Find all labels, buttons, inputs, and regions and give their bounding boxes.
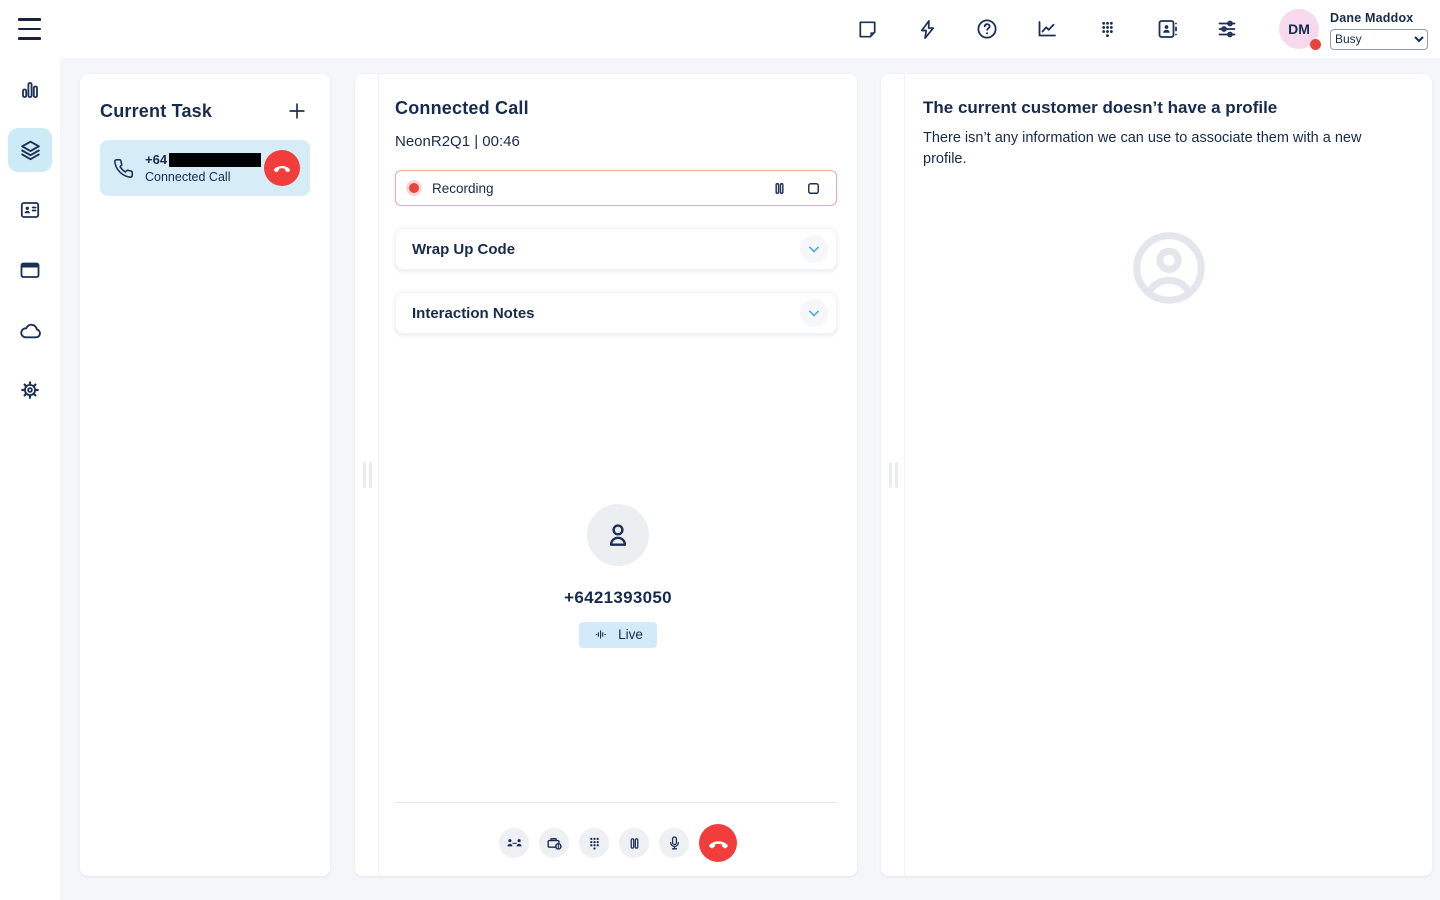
layers-icon	[18, 138, 43, 163]
sidebar-item-contacts[interactable]	[8, 188, 52, 232]
hangup-icon	[707, 832, 730, 855]
notepad-icon	[856, 18, 879, 41]
user-chip: DM Dane Maddox Busy	[1279, 9, 1428, 50]
task-hangup-button[interactable]	[264, 150, 300, 186]
notepad-button[interactable]	[855, 17, 879, 41]
caller-avatar	[587, 504, 649, 566]
user-name: Dane Maddox	[1330, 11, 1428, 25]
mute-button[interactable]	[659, 828, 689, 858]
call-panel-title: Connected Call	[395, 98, 837, 119]
sidebar-item-statistics[interactable]	[8, 68, 52, 112]
active-call-task-card[interactable]: +64 Connected Call	[100, 140, 310, 196]
quick-actions-button[interactable]	[915, 17, 939, 41]
end-call-button[interactable]	[699, 824, 737, 862]
live-badge: Live	[579, 622, 657, 648]
sidebar-item-settings[interactable]	[8, 368, 52, 412]
task-state-label: Connected Call	[145, 170, 264, 184]
sidebar-item-tasks[interactable]	[8, 128, 52, 172]
connected-call-panel: Connected Call NeonR2Q1 | 00:46 Recordin…	[355, 74, 857, 876]
current-task-title: Current Task	[100, 101, 212, 122]
icon-sidebar	[0, 58, 60, 900]
stop-recording-button[interactable]	[804, 179, 823, 198]
pause-recording-button[interactable]	[770, 179, 789, 198]
performance-button[interactable]	[1035, 17, 1059, 41]
main-area: Current Task +64 Connected Call	[60, 58, 1440, 900]
person-circle-icon	[1127, 226, 1211, 310]
resize-handle[interactable]	[363, 462, 372, 488]
interaction-notes-label: Interaction Notes	[412, 305, 535, 322]
avatar[interactable]: DM	[1279, 9, 1319, 49]
call-controls	[379, 824, 857, 862]
profile-panel-gutter	[881, 74, 905, 876]
interaction-notes-section[interactable]: Interaction Notes	[395, 292, 837, 334]
recorder-button[interactable]	[539, 828, 569, 858]
sliders-icon	[1215, 17, 1239, 41]
pause-icon	[626, 835, 643, 852]
busy-status-dot	[1310, 39, 1321, 50]
settings-sliders-button[interactable]	[1215, 17, 1239, 41]
phone-icon	[113, 158, 134, 179]
caller-number: +6421393050	[379, 588, 857, 608]
task-phone-number: +64	[145, 153, 264, 167]
contact-book-icon	[1155, 17, 1179, 41]
dialpad-icon	[1096, 18, 1119, 41]
dialpad-icon	[586, 835, 603, 852]
no-profile-description: There isn’t any information we can use t…	[923, 128, 1392, 170]
transfer-icon	[505, 834, 524, 853]
browser-window-icon	[18, 258, 42, 282]
waveform-icon	[593, 627, 610, 642]
contact-card-icon	[18, 198, 42, 222]
chevron-down-icon	[800, 235, 828, 263]
caller-block: +6421393050 Live	[379, 504, 857, 648]
call-session-info: NeonR2Q1 | 00:46	[395, 133, 837, 150]
redaction-bar	[169, 153, 261, 167]
no-profile-title: The current customer doesn’t have a prof…	[923, 98, 1392, 118]
person-icon	[602, 519, 634, 551]
cloud-icon	[18, 318, 43, 343]
top-bar: DM Dane Maddox Busy	[0, 0, 1440, 58]
microphone-icon	[666, 835, 683, 852]
plus-icon	[286, 100, 308, 122]
status-select[interactable]: Busy	[1330, 29, 1428, 50]
recording-banner: Recording	[395, 170, 837, 206]
avatar-initials: DM	[1288, 21, 1310, 37]
recorder-icon	[545, 834, 564, 853]
lightning-icon	[916, 18, 939, 41]
transfer-call-button[interactable]	[499, 828, 529, 858]
current-task-panel: Current Task +64 Connected Call	[80, 74, 330, 876]
bar-chart-icon	[18, 78, 42, 102]
directory-button[interactable]	[1155, 17, 1179, 41]
wrap-up-code-section[interactable]: Wrap Up Code	[395, 228, 837, 270]
help-button[interactable]	[975, 17, 999, 41]
topbar-actions: DM Dane Maddox Busy	[837, 0, 1428, 58]
ghost-avatar	[905, 226, 1432, 310]
recording-label: Recording	[432, 181, 494, 196]
resize-handle[interactable]	[889, 462, 898, 488]
stop-icon	[804, 179, 823, 198]
dialpad-button[interactable]	[579, 828, 609, 858]
sidebar-item-cloud[interactable]	[8, 308, 52, 352]
help-icon	[975, 17, 999, 41]
chevron-down-icon	[800, 299, 828, 327]
live-label: Live	[618, 627, 643, 642]
customer-profile-panel: The current customer doesn’t have a prof…	[881, 74, 1432, 876]
call-panel-gutter	[355, 74, 379, 876]
hold-call-button[interactable]	[619, 828, 649, 858]
add-task-button[interactable]	[284, 98, 310, 124]
hamburger-menu-icon[interactable]	[17, 16, 45, 42]
user-meta: Dane Maddox Busy	[1330, 9, 1428, 50]
wrap-up-code-label: Wrap Up Code	[412, 241, 515, 258]
controls-divider	[395, 802, 837, 803]
recording-dot-icon	[409, 183, 419, 193]
pause-icon	[770, 179, 789, 198]
hangup-icon	[272, 158, 292, 178]
line-chart-icon	[1035, 17, 1059, 41]
dialpad-button[interactable]	[1095, 17, 1119, 41]
gear-icon	[18, 378, 42, 402]
sidebar-item-apps[interactable]	[8, 248, 52, 292]
